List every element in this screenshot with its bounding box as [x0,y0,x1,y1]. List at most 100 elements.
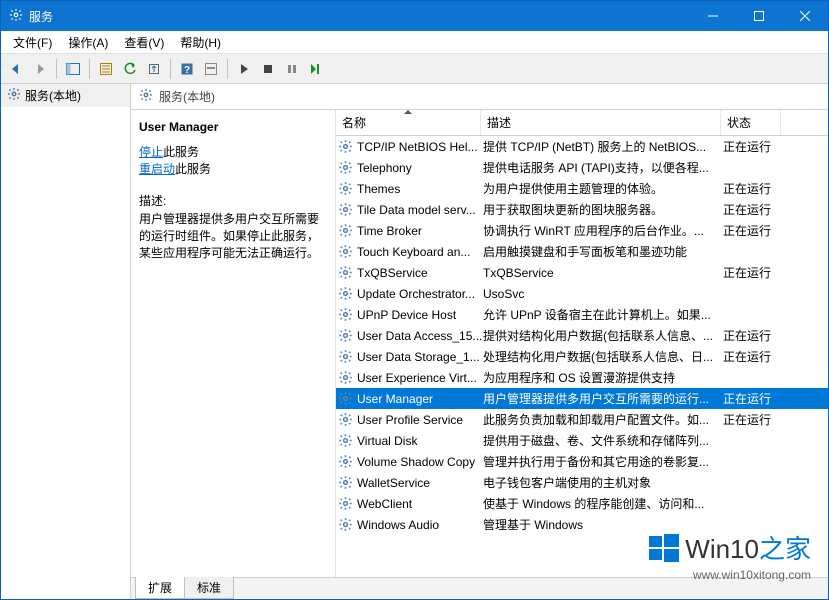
menu-file[interactable]: 文件(F) [5,32,60,53]
service-desc: 用户管理器提供多用户交互所需要的运行... [483,390,723,407]
detail-title: User Manager [139,120,327,134]
gear-icon [338,349,354,365]
list-body[interactable]: TCP/IP NetBIOS Hel...提供 TCP/IP (NetBT) 服… [336,136,828,577]
gear-icon [338,244,354,260]
gear-icon [338,433,354,449]
start-service-button[interactable] [233,58,255,80]
service-row[interactable]: User Profile Service此服务负责加载和卸载用户配置文件。如..… [336,409,828,430]
service-name: Volume Shadow Copy [357,455,483,469]
stop-service-button[interactable] [257,58,279,80]
gear-icon [338,223,354,239]
service-row[interactable]: Themes为用户提供使用主题管理的体验。正在运行 [336,178,828,199]
service-name: User Experience Virt... [357,371,483,385]
toolbar: ? [1,54,828,84]
restart-service-button[interactable] [305,58,327,80]
service-row[interactable]: Touch Keyboard an...启用触摸键盘和手写面板笔和墨迹功能 [336,241,828,262]
service-status: 正在运行 [723,222,783,239]
service-row[interactable]: Virtual Disk提供用于磁盘、卷、文件系统和存储阵列... [336,430,828,451]
col-header-status[interactable]: 状态 [721,110,781,135]
service-desc: 此服务负责加载和卸载用户配置文件。如... [483,411,723,428]
main-pane: 服务(本地) User Manager 停止此服务 重启动此服务 描述: 用户管… [131,84,828,599]
gear-icon [338,328,354,344]
forward-button[interactable] [29,58,51,80]
service-name: Touch Keyboard an... [357,245,483,259]
nav-root[interactable]: 服务(本地) [1,84,130,107]
gear-icon [7,87,21,104]
service-name: TxQBService [357,266,483,280]
service-name: Telephony [357,161,483,175]
service-row[interactable]: Time Broker协调执行 WinRT 应用程序的后台作业。...正在运行 [336,220,828,241]
service-status: 正在运行 [723,201,783,218]
service-row[interactable]: Telephony提供电话服务 API (TAPI)支持，以便各程... [336,157,828,178]
service-desc: 启用触摸键盘和手写面板笔和墨迹功能 [483,243,723,260]
service-row[interactable]: UPnP Device Host允许 UPnP 设备宿主在此计算机上。如果... [336,304,828,325]
titlebar[interactable]: 服务 [1,1,828,31]
service-row[interactable]: TxQBServiceTxQBService正在运行 [336,262,828,283]
service-name: User Data Storage_1... [357,350,483,364]
services-window: 服务 文件(F) 操作(A) 查看(V) 帮助(H) ? 服务(本地) [0,0,829,600]
toolbar-divider [227,59,228,79]
service-row[interactable]: WalletService电子钱包客户端使用的主机对象 [336,472,828,493]
stop-service-link[interactable]: 停止 [139,145,163,159]
service-status: 正在运行 [723,327,783,344]
gear-icon [338,412,354,428]
gear-icon [139,88,153,105]
service-desc: TxQBService [483,266,723,280]
detail-pane: User Manager 停止此服务 重启动此服务 描述: 用户管理器提供多用户… [131,110,336,577]
service-row[interactable]: User Data Storage_1...处理结构化用户数据(包括联系人信息、… [336,346,828,367]
service-row[interactable]: Windows Audio管理基于 Windows [336,514,828,535]
gear-icon [338,160,354,176]
export-button[interactable] [143,58,165,80]
body: 服务(本地) 服务(本地) User Manager 停止此服务 重启动此服务 … [1,84,828,599]
close-button[interactable] [782,1,828,31]
back-button[interactable] [5,58,27,80]
service-name: User Profile Service [357,413,483,427]
help-button[interactable]: ? [176,58,198,80]
col-header-desc[interactable]: 描述 [481,110,721,135]
service-row[interactable]: Update Orchestrator...UsoSvc [336,283,828,304]
service-row[interactable]: Tile Data model serv...用于获取图块更新的图块服务器。正在… [336,199,828,220]
maximize-button[interactable] [736,1,782,31]
gear-icon [338,139,354,155]
service-name: UPnP Device Host [357,308,483,322]
toolbar-divider [89,59,90,79]
restart-suffix: 此服务 [175,162,211,176]
service-desc: 提供电话服务 API (TAPI)支持，以便各程... [483,159,723,176]
service-status: 正在运行 [723,264,783,281]
menu-help[interactable]: 帮助(H) [172,32,229,53]
service-row[interactable]: User Data Access_15...提供对结构化用户数据(包括联系人信息… [336,325,828,346]
service-desc: UsoSvc [483,287,723,301]
gear-icon [338,265,354,281]
service-row[interactable]: TCP/IP NetBIOS Hel...提供 TCP/IP (NetBT) 服… [336,136,828,157]
toolbar-button[interactable] [200,58,222,80]
service-desc: 协调执行 WinRT 应用程序的后台作业。... [483,222,723,239]
service-name: Time Broker [357,224,483,238]
menu-action[interactable]: 操作(A) [60,32,116,53]
service-desc: 为用户提供使用主题管理的体验。 [483,180,723,197]
service-name: WebClient [357,497,483,511]
desc-label: 描述: [139,192,327,209]
service-row[interactable]: User Manager用户管理器提供多用户交互所需要的运行...正在运行 [336,388,828,409]
service-desc: 为应用程序和 OS 设置漫游提供支持 [483,369,723,386]
col-header-name[interactable]: 名称 [336,110,481,135]
gear-icon [338,370,354,386]
service-row[interactable]: WebClient使基于 Windows 的程序能创建、访问和... [336,493,828,514]
restart-service-link[interactable]: 重启动 [139,162,175,176]
properties-button[interactable] [95,58,117,80]
desc-text: 用户管理器提供多用户交互所需要的运行时组件。如果停止此服务，某些应用程序可能无法… [139,211,327,262]
tab-extended[interactable]: 扩展 [135,577,185,599]
refresh-button[interactable] [119,58,141,80]
tab-standard[interactable]: 标准 [184,577,234,599]
service-status: 正在运行 [723,138,783,155]
service-desc: 用于获取图块更新的图块服务器。 [483,201,723,218]
gear-icon [338,454,354,470]
nav-root-label: 服务(本地) [25,87,81,104]
menu-view[interactable]: 查看(V) [116,32,172,53]
service-row[interactable]: User Experience Virt...为应用程序和 OS 设置漫游提供支… [336,367,828,388]
pause-service-button[interactable] [281,58,303,80]
service-desc: 管理并执行用于备份和其它用途的卷影复... [483,453,723,470]
show-hide-tree-button[interactable] [62,58,84,80]
minimize-button[interactable] [690,1,736,31]
service-name: User Manager [357,392,483,406]
service-row[interactable]: Volume Shadow Copy管理并执行用于备份和其它用途的卷影复... [336,451,828,472]
